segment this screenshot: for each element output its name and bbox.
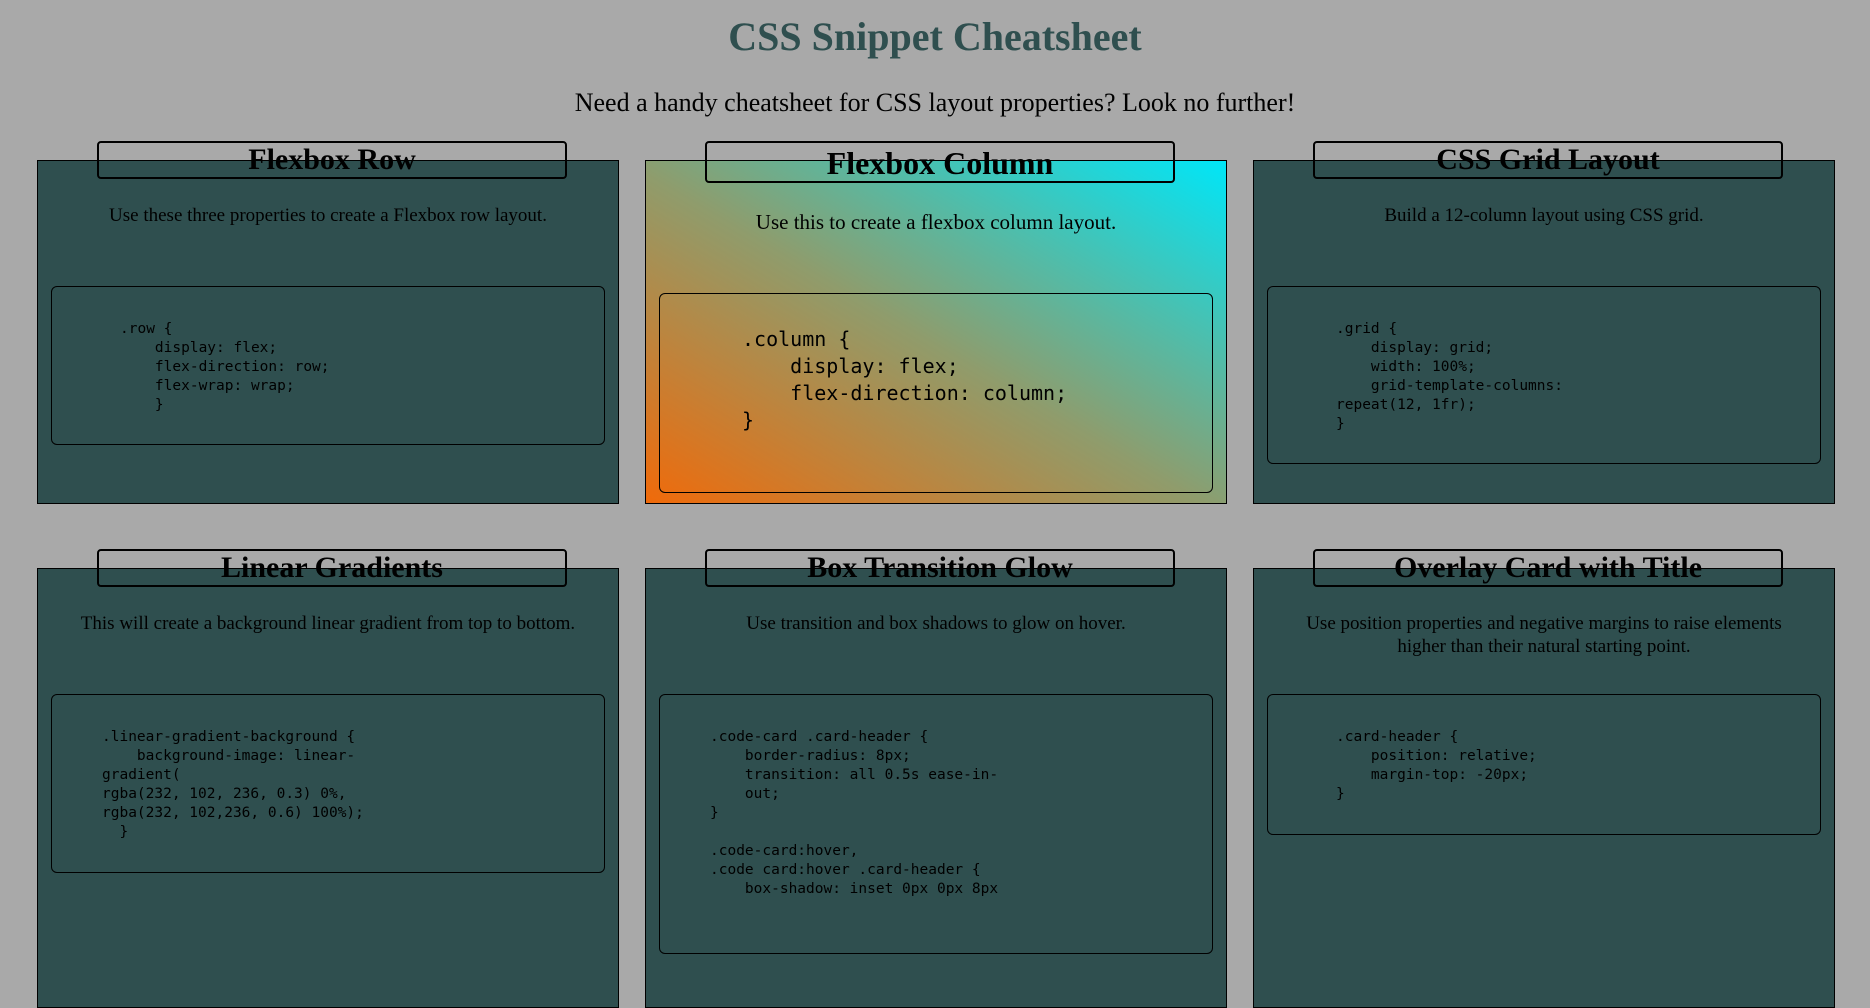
card-description: This will create a background linear gra…	[80, 613, 576, 634]
card-description: Use transition and box shadows to glow o…	[746, 613, 1126, 634]
card-header: Linear Gradients	[97, 549, 567, 587]
code-snippet: .code-card .card-header { border-radius:…	[710, 729, 999, 897]
card-header: Flexbox Column	[705, 141, 1175, 183]
code-snippet: .column { display: flex; flex-direction:…	[742, 327, 1068, 432]
page-subtitle: Need a handy cheatsheet for CSS layout p…	[574, 88, 1296, 117]
card-description: Build a 12-column layout using CSS grid.	[1384, 205, 1704, 226]
code-block: .column { display: flex; flex-direction:…	[659, 293, 1213, 493]
card-css-grid-layout[interactable]: CSS Grid Layout Build a 12-column layout…	[1253, 141, 1835, 504]
code-block: .grid { display: grid; width: 100%; grid…	[1267, 286, 1821, 464]
card-linear-gradients[interactable]: Linear Gradients This will create a back…	[37, 549, 619, 1008]
card-overlay-card-with-title[interactable]: Overlay Card with Title Use position pro…	[1253, 549, 1835, 1008]
code-snippet: .linear-gradient-background { background…	[102, 729, 364, 840]
card-box-transition-glow[interactable]: Box Transition Glow Use transition and b…	[645, 549, 1227, 1008]
page-title: CSS Snippet Cheatsheet	[728, 14, 1142, 59]
code-snippet: .grid { display: grid; width: 100%; grid…	[1336, 321, 1563, 432]
code-snippet: .row { display: flex; flex-direction: ro…	[120, 321, 330, 413]
code-snippet: .card-header { position: relative; margi…	[1336, 729, 1537, 802]
card-header: Flexbox Row	[97, 141, 567, 179]
card-description: Use this to create a flexbox column layo…	[755, 210, 1117, 234]
card-header: Overlay Card with Title	[1313, 549, 1783, 587]
code-block: .linear-gradient-background { background…	[51, 694, 605, 873]
card-description: Use position properties and negative mar…	[1306, 613, 1782, 657]
code-block: .row { display: flex; flex-direction: ro…	[51, 286, 605, 445]
card-header: CSS Grid Layout	[1313, 141, 1783, 179]
code-block: .code-card .card-header { border-radius:…	[659, 694, 1213, 954]
card-header: Box Transition Glow	[705, 549, 1175, 587]
card-description: Use these three properties to create a F…	[109, 205, 547, 226]
card-flexbox-row[interactable]: Flexbox Row Use these three properties t…	[37, 141, 619, 504]
code-block: .card-header { position: relative; margi…	[1267, 694, 1821, 835]
card-flexbox-column[interactable]: Flexbox Column Use this to create a flex…	[645, 141, 1227, 504]
